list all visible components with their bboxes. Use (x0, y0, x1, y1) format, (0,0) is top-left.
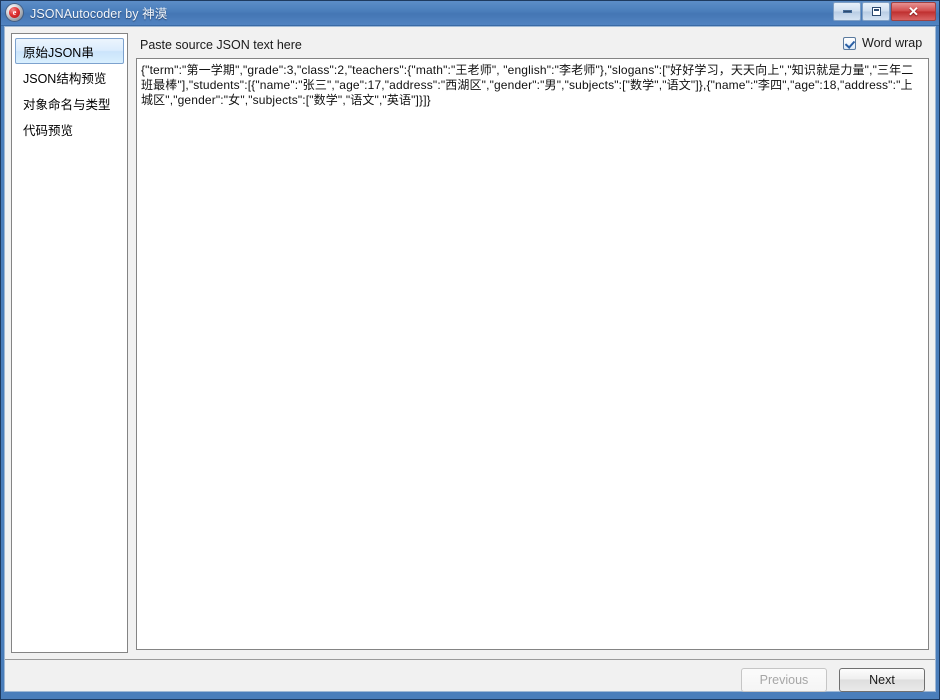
previous-button[interactable]: Previous (741, 668, 827, 692)
word-wrap-checkbox[interactable]: Word wrap (843, 36, 929, 50)
sidebar-item-label: 代码预览 (23, 123, 74, 138)
sidebar-item-raw-json[interactable]: 原始JSON串 (15, 38, 124, 64)
sidebar-item-object-naming-and-types[interactable]: 对象命名与类型 (15, 90, 124, 116)
title-bar[interactable]: e JSONAutocoder by 神漠 ✕ (0, 0, 940, 26)
maximize-icon (871, 7, 881, 16)
sidebar-item-label: 原始JSON串 (23, 45, 94, 60)
sidebar-item-label: 对象命名与类型 (23, 97, 111, 112)
window-controls: ✕ (832, 2, 936, 21)
word-wrap-label: Word wrap (862, 36, 923, 50)
previous-button-label: Previous (759, 673, 809, 687)
close-icon: ✕ (908, 4, 919, 19)
maximize-button[interactable] (862, 2, 890, 21)
sidebar-item-label: JSON结构预览 (23, 71, 107, 86)
panel-header: Paste source JSON text here Word wrap (135, 33, 931, 57)
next-button-label: Next (869, 673, 895, 687)
window-title: JSONAutocoder by 神漠 (30, 7, 168, 21)
check-icon (845, 39, 854, 48)
json-editor-text[interactable]: {"term":"第一学期","grade":3,"class":2,"teac… (137, 59, 928, 108)
title-bar-left: e JSONAutocoder by 神漠 (0, 3, 167, 22)
next-button[interactable]: Next (839, 668, 925, 692)
main-panel: Paste source JSON text here Word wrap {"… (135, 33, 931, 653)
client-area: 原始JSON串 JSON结构预览 对象命名与类型 代码预览 Paste sour… (4, 26, 936, 692)
sidebar-list: 原始JSON串 JSON结构预览 对象命名与类型 代码预览 (12, 34, 127, 142)
sidebar-item-code-preview[interactable]: 代码预览 (15, 116, 124, 142)
sidebar-item-json-structure-preview[interactable]: JSON结构预览 (15, 64, 124, 90)
app-logo-icon: e (6, 4, 23, 21)
panel-title: Paste source JSON text here (140, 38, 302, 52)
close-button[interactable]: ✕ (891, 2, 936, 21)
minimize-icon (842, 10, 852, 13)
app-logo-core-icon: e (9, 7, 20, 18)
footer-button-bar: Previous Next (5, 659, 935, 692)
json-editor[interactable]: {"term":"第一学期","grade":3,"class":2,"teac… (136, 58, 929, 650)
checkbox-box-icon[interactable] (843, 36, 856, 50)
client-inner: 原始JSON串 JSON结构预览 对象命名与类型 代码预览 Paste sour… (5, 27, 935, 692)
minimize-button[interactable] (833, 2, 861, 21)
application-window: e JSONAutocoder by 神漠 ✕ 原始JSON串 JSON结构预览… (0, 0, 940, 700)
step-sidebar: 原始JSON串 JSON结构预览 对象命名与类型 代码预览 (11, 33, 128, 653)
